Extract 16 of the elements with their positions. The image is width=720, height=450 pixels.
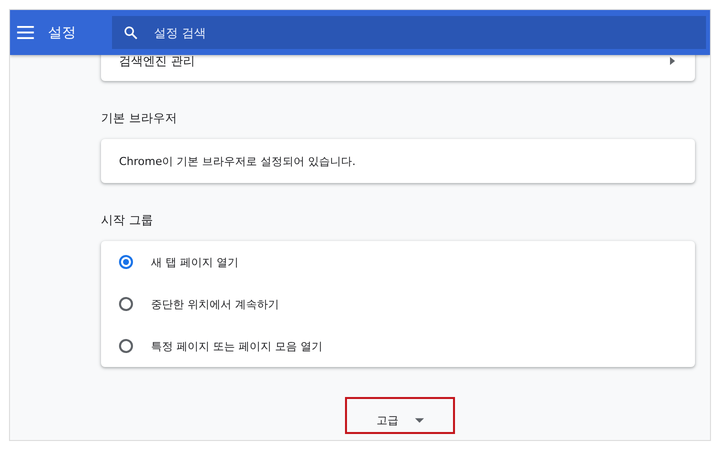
radio-label: 특정 페이지 또는 페이지 모음 열기: [151, 338, 322, 354]
menu-icon[interactable]: [17, 26, 34, 39]
search-field[interactable]: 설정 검색: [112, 16, 706, 49]
search-engine-link[interactable]: 검색엔진 관리: [119, 55, 195, 70]
section-heading: 시작 그룹: [101, 212, 154, 229]
advanced-button[interactable]: 고급: [376, 413, 424, 432]
radio-label: 중단한 위치에서 계속하기: [151, 296, 279, 312]
caret-icon: [414, 418, 424, 423]
page-title: 설정: [48, 24, 77, 42]
status-text: Chrome이 기본 브라우저로 설정되어 있습니다.: [118, 154, 357, 170]
radio-button[interactable]: [119, 339, 133, 353]
radio-button[interactable]: [119, 255, 133, 269]
radio-label: 새 탭 페이지 열기: [151, 254, 238, 270]
radio-button[interactable]: [119, 297, 133, 311]
section-heading: 기본 브라우저: [101, 110, 178, 127]
arrow-right-icon: [670, 57, 675, 65]
